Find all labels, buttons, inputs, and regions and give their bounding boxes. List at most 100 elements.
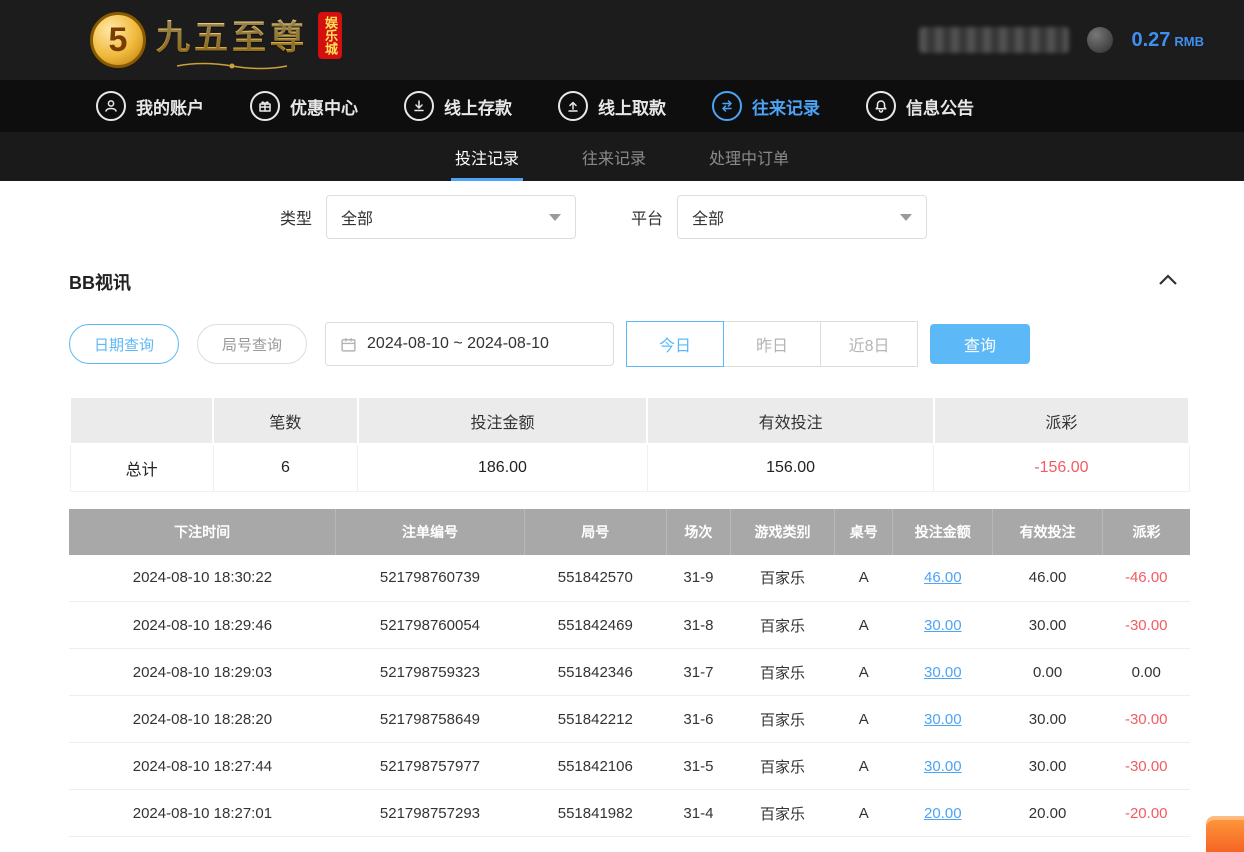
summary-valid-bet-value: 156.00 xyxy=(647,444,933,491)
bet-amount-link[interactable]: 30.00 xyxy=(924,617,962,634)
nav-item-deposit[interactable]: 线上存款 xyxy=(404,91,512,121)
top-header: 5 九五至尊 娱乐城 0.27RMB xyxy=(0,0,1244,80)
cell-session: 31-6 xyxy=(666,696,730,743)
date-range-input[interactable]: 2024-08-10 ~ 2024-08-10 xyxy=(325,322,614,366)
filter-row: 类型 全部 平台 全部 xyxy=(69,195,1190,239)
cell-round-id: 551841982 xyxy=(524,790,666,837)
cell-bet-time: 2024-08-10 18:29:46 xyxy=(69,602,336,649)
cell-bet-time: 2024-08-10 18:27:01 xyxy=(69,790,336,837)
cell-bet-amount: 30.00 xyxy=(893,602,993,649)
bet-amount-link[interactable]: 20.00 xyxy=(924,805,962,822)
logo-title: 九五至尊 xyxy=(156,10,308,59)
search-button[interactable]: 查询 xyxy=(930,324,1030,364)
nav-item-announcements[interactable]: 信息公告 xyxy=(866,91,974,121)
table-header-row: 下注时间 注单编号 局号 场次 游戏类别 桌号 投注金额 有效投注 派彩 xyxy=(69,509,1190,555)
cell-valid-bet: 46.00 xyxy=(993,555,1103,602)
cell-bet-amount: 30.00 xyxy=(893,649,993,696)
transfer-records-icon xyxy=(712,91,742,121)
header-valid-bet: 有效投注 xyxy=(993,509,1103,555)
withdraw-icon xyxy=(558,91,588,121)
nav-label: 线上取款 xyxy=(598,94,666,119)
bet-records-table: 下注时间 注单编号 局号 场次 游戏类别 桌号 投注金额 有效投注 派彩 202… xyxy=(69,509,1190,838)
nav-item-promotions[interactable]: 优惠中心 xyxy=(250,91,358,121)
bet-amount-link[interactable]: 30.00 xyxy=(924,758,962,775)
logo-text-block: 九五至尊 xyxy=(156,10,308,71)
tab-transaction-records[interactable]: 往来记录 xyxy=(578,132,650,181)
last-8-days-button[interactable]: 近8日 xyxy=(820,321,918,367)
cell-order-id: 521798757293 xyxy=(336,790,524,837)
cell-bet-time: 2024-08-10 18:27:44 xyxy=(69,743,336,790)
bet-table-body: 2024-08-10 18:30:22 521798760739 5518425… xyxy=(69,555,1190,837)
site-logo[interactable]: 5 九五至尊 娱乐城 xyxy=(90,10,342,71)
cell-valid-bet: 30.00 xyxy=(993,743,1103,790)
round-query-button[interactable]: 局号查询 xyxy=(197,324,307,364)
main-navigation: 我的账户 优惠中心 线上存款 线上取款 往来记录 信息公告 xyxy=(0,80,1244,132)
summary-count-value: 6 xyxy=(213,444,357,491)
cell-bet-amount: 30.00 xyxy=(893,696,993,743)
cell-table-no: A xyxy=(835,602,893,649)
record-tabs: 投注记录 往来记录 处理中订单 xyxy=(0,132,1244,181)
cell-game-type: 百家乐 xyxy=(730,555,834,602)
logo-subtitle-badge: 娱乐城 xyxy=(318,12,342,59)
type-select[interactable]: 全部 xyxy=(326,195,576,239)
cell-payout: 0.00 xyxy=(1103,649,1191,696)
cell-game-type: 百家乐 xyxy=(730,649,834,696)
gift-icon xyxy=(250,91,280,121)
type-filter-label: 类型 xyxy=(280,205,312,229)
avatar[interactable] xyxy=(1087,27,1113,53)
header-bet-time: 下注时间 xyxy=(69,509,336,555)
platform-select[interactable]: 全部 xyxy=(677,195,927,239)
summary-header-bet-amount: 投注金额 xyxy=(358,397,648,444)
bet-amount-link[interactable]: 46.00 xyxy=(924,569,962,586)
cell-session: 31-5 xyxy=(666,743,730,790)
tab-bet-records[interactable]: 投注记录 xyxy=(451,132,523,181)
header-bet-amount: 投注金额 xyxy=(893,509,993,555)
cell-round-id: 551842570 xyxy=(524,555,666,602)
yesterday-button[interactable]: 昨日 xyxy=(723,321,821,367)
nav-label: 往来记录 xyxy=(752,94,820,119)
cell-valid-bet: 20.00 xyxy=(993,790,1103,837)
red-packet-promo-icon[interactable] xyxy=(1206,816,1244,852)
nav-item-my-account[interactable]: 我的账户 xyxy=(96,91,204,121)
platform-filter-label: 平台 xyxy=(631,205,663,229)
user-icon xyxy=(96,91,126,121)
logo-flourish xyxy=(172,61,292,71)
cell-order-id: 521798758649 xyxy=(336,696,524,743)
cell-bet-time: 2024-08-10 18:28:20 xyxy=(69,696,336,743)
cell-payout: -20.00 xyxy=(1103,790,1191,837)
section-title: BB视讯 xyxy=(69,269,131,295)
date-range-value: 2024-08-10 ~ 2024-08-10 xyxy=(367,335,549,353)
calendar-icon xyxy=(340,336,357,353)
date-query-button[interactable]: 日期查询 xyxy=(69,324,179,364)
collapse-section-button[interactable] xyxy=(1158,273,1190,291)
cell-session: 31-4 xyxy=(666,790,730,837)
cell-game-type: 百家乐 xyxy=(730,696,834,743)
cell-round-id: 551842469 xyxy=(524,602,666,649)
nav-item-withdraw[interactable]: 线上取款 xyxy=(558,91,666,121)
cell-order-id: 521798760739 xyxy=(336,555,524,602)
username-redacted[interactable] xyxy=(919,27,1069,53)
balance-currency: RMB xyxy=(1174,34,1204,49)
summary-payout-value: -156.00 xyxy=(934,444,1189,491)
cell-table-no: A xyxy=(835,790,893,837)
cell-order-id: 521798760054 xyxy=(336,602,524,649)
bet-amount-link[interactable]: 30.00 xyxy=(924,664,962,681)
cell-order-id: 521798757977 xyxy=(336,743,524,790)
bet-amount-link[interactable]: 30.00 xyxy=(924,711,962,728)
cell-payout: -30.00 xyxy=(1103,696,1191,743)
logo-coin-icon: 5 xyxy=(90,12,146,68)
section-header: BB视讯 xyxy=(69,269,1190,295)
summary-table: 笔数 投注金额 有效投注 派彩 总计 6 186.00 156.00 -156.… xyxy=(69,396,1190,492)
summary-total-row: 总计 6 186.00 156.00 -156.00 xyxy=(70,444,1189,491)
cell-payout: -30.00 xyxy=(1103,602,1191,649)
cell-round-id: 551842212 xyxy=(524,696,666,743)
summary-header-count: 笔数 xyxy=(213,397,357,444)
nav-item-transaction-records[interactable]: 往来记录 xyxy=(712,91,820,121)
nav-label: 优惠中心 xyxy=(290,94,358,119)
table-row: 2024-08-10 18:29:46 521798760054 5518424… xyxy=(69,602,1190,649)
deposit-icon xyxy=(404,91,434,121)
header-game-type: 游戏类别 xyxy=(730,509,834,555)
today-button[interactable]: 今日 xyxy=(626,321,724,367)
tab-pending-orders[interactable]: 处理中订单 xyxy=(705,132,793,181)
table-row: 2024-08-10 18:27:44 521798757977 5518421… xyxy=(69,743,1190,790)
